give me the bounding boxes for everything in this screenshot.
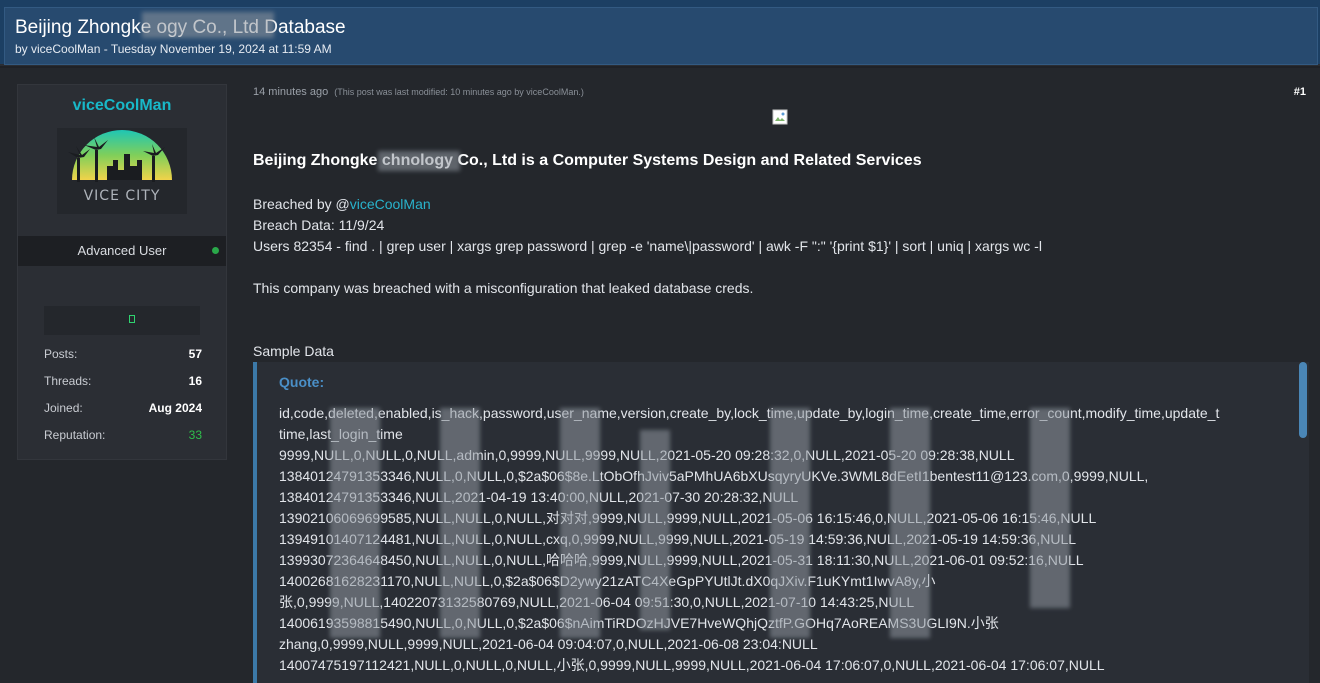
users-command-line: Users 82354 - find . | grep user | xargs…	[253, 238, 1042, 254]
redaction-blur	[890, 408, 930, 638]
breached-by-prefix: Breached by @	[253, 196, 350, 212]
stat-posts: Posts: 57	[44, 347, 202, 363]
stat-label: Threads:	[44, 374, 92, 388]
post-heading: Beijing Zhongke chnology Co., Ltd is a C…	[253, 152, 922, 169]
redaction-blur	[378, 151, 460, 171]
quote-line: 14007475197112421,NULL,0,NULL,0,NULL,小张,…	[279, 657, 1105, 673]
stat-joined: Joined: Aug 2024	[44, 401, 202, 417]
award-box	[44, 306, 200, 335]
user-panel: viceCoolMan VICE CITY Advanced User Post…	[17, 84, 227, 460]
stat-reputation: Reputation: 33	[44, 428, 202, 444]
breach-date-line: Breach Data: 11/9/24	[253, 217, 385, 233]
post-meta: 14 minutes ago (This post was last modifi…	[253, 86, 584, 98]
online-status-icon	[212, 247, 219, 254]
redaction-blur	[560, 408, 600, 638]
post-modified-note: (This post was last modified: 10 minutes…	[334, 87, 584, 97]
mention-link[interactable]: viceCoolMan	[350, 196, 431, 212]
broken-image-icon	[772, 109, 788, 125]
post-description: This company was breached with a misconf…	[253, 280, 754, 296]
breached-by-line: Breached by @viceCoolMan	[253, 196, 431, 212]
vice-city-logo-icon: VICE CITY	[68, 130, 172, 204]
sample-data-label: Sample Data	[253, 343, 334, 359]
user-title-row: Advanced User	[18, 236, 226, 266]
post-number-link[interactable]: #1	[1294, 86, 1306, 98]
redaction-blur	[1030, 408, 1070, 608]
stat-value[interactable]: 33	[189, 428, 202, 442]
thread-byline: by viceCoolMan - Tuesday November 19, 20…	[15, 42, 332, 56]
redaction-blur	[330, 408, 380, 638]
stat-threads: Threads: 16	[44, 374, 202, 390]
redaction-blur	[770, 408, 810, 638]
stat-value[interactable]: 57	[189, 347, 202, 361]
stat-label: Reputation:	[44, 428, 106, 442]
redaction-blur	[440, 408, 480, 638]
redaction-blur	[142, 12, 274, 38]
quote-scrollbar[interactable]	[1299, 362, 1307, 438]
post-author-name[interactable]: viceCoolMan	[18, 97, 226, 115]
stat-value[interactable]: 16	[189, 374, 202, 388]
stat-label: Joined:	[44, 401, 83, 415]
quote-label: Quote:	[279, 374, 325, 390]
award-icon[interactable]	[129, 315, 135, 323]
svg-text:VICE CITY: VICE CITY	[84, 188, 161, 204]
stat-label: Posts:	[44, 347, 78, 361]
redaction-blur	[640, 430, 670, 630]
user-title: Advanced User	[77, 243, 167, 258]
post-time: 14 minutes ago	[253, 86, 329, 98]
stat-value: Aug 2024	[148, 401, 202, 415]
avatar[interactable]: VICE CITY	[57, 128, 187, 214]
